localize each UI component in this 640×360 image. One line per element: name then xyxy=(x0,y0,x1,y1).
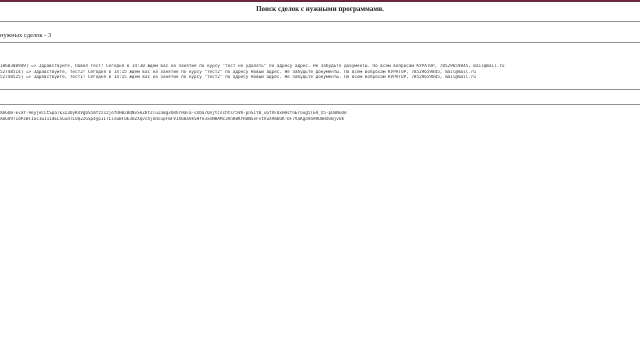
message-log-list: 1860308949] => Здравствуйте, Павел тест!… xyxy=(0,64,640,81)
divider xyxy=(0,104,640,105)
deals-count-text: нужных сделок - 3 xyxy=(0,32,52,39)
divider xyxy=(0,89,640,90)
page-title: Поиск сделок с нужными программами. xyxy=(256,5,384,13)
top-border xyxy=(0,0,640,2)
divider xyxy=(0,21,640,22)
token-line: XmGU9T1dPZBFIoc1w111dELSGudTLUQ22GSp4yp1… xyxy=(0,116,345,122)
token-list: XmGUB-EvaY-9eyjeCCtSpaTk323DyKXVgbS5mfzz… xyxy=(0,111,640,122)
log-line: 52748525] => Здравствуйте, тест1! Сегодн… xyxy=(0,75,476,81)
divider xyxy=(0,42,640,43)
